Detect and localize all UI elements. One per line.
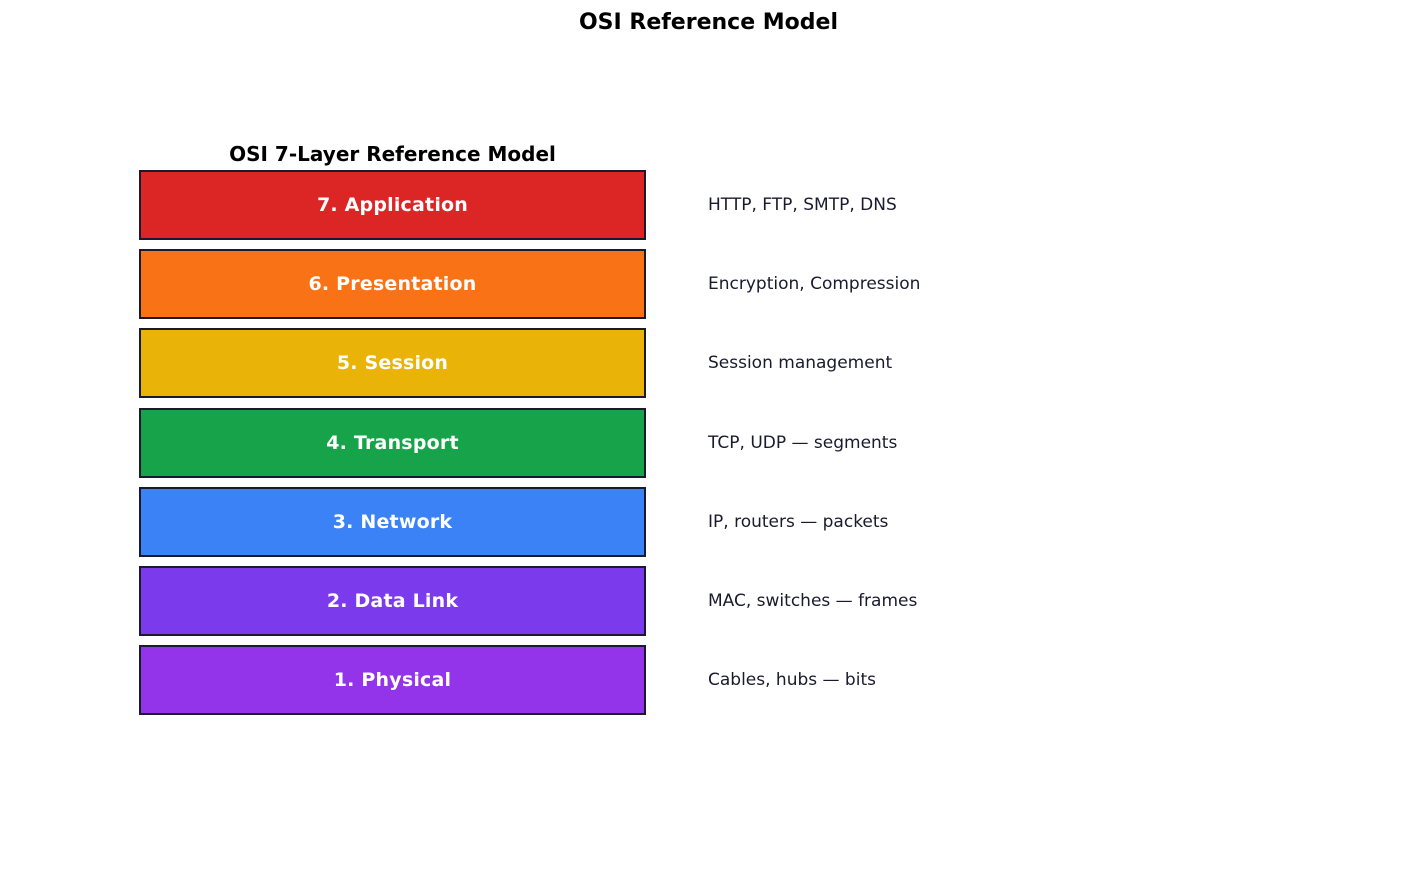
layer-box-presentation: 6. Presentation bbox=[139, 249, 646, 320]
layer-row-presentation: 6. Presentation Encryption, Compression bbox=[139, 249, 1239, 320]
layer-label-transport: 4. Transport bbox=[326, 431, 459, 454]
layer-box-data-link: 2. Data Link bbox=[139, 565, 646, 636]
page-title: OSI Reference Model bbox=[578, 10, 838, 35]
layer-row-session: 5. Session Session management bbox=[139, 328, 1239, 399]
layer-box-network: 3. Network bbox=[139, 486, 646, 557]
osi-layer-stack: 7. Application HTTP, FTP, SMTP, DNS 6. P… bbox=[139, 170, 1239, 724]
layer-label-application: 7. Application bbox=[316, 194, 469, 216]
layer-description-physical: Cables, hubs — bits bbox=[708, 670, 876, 691]
layer-description-network: IP, routers — packets bbox=[708, 511, 889, 532]
layer-row-physical: 1. Physical Cables, hubs — bits bbox=[139, 645, 1239, 716]
layer-label-data-link: 2. Data Link bbox=[326, 589, 459, 612]
layer-box-session: 5. Session bbox=[139, 328, 646, 399]
layer-label-network: 3. Network bbox=[332, 510, 453, 533]
layer-row-application: 7. Application HTTP, FTP, SMTP, DNS bbox=[139, 170, 1239, 240]
layer-description-transport: TCP, UDP — segments bbox=[708, 432, 898, 453]
layer-box-transport: 4. Transport bbox=[139, 407, 646, 478]
layer-row-data-link: 2. Data Link MAC, switches — frames bbox=[139, 565, 1239, 636]
layer-description-data-link: MAC, switches — frames bbox=[708, 590, 918, 611]
layer-description-session: Session management bbox=[708, 353, 893, 374]
layer-box-application: 7. Application bbox=[139, 170, 646, 240]
layer-label-session: 5. Session bbox=[336, 352, 449, 375]
layer-description-application: HTTP, FTP, SMTP, DNS bbox=[708, 195, 897, 215]
layer-row-network: 3. Network IP, routers — packets bbox=[139, 486, 1239, 557]
layer-row-transport: 4. Transport TCP, UDP — segments bbox=[139, 407, 1239, 478]
diagram-title: OSI 7-Layer Reference Model bbox=[229, 142, 556, 166]
layer-box-physical: 1. Physical bbox=[139, 645, 646, 716]
layer-label-physical: 1. Physical bbox=[333, 669, 452, 692]
layer-description-presentation: Encryption, Compression bbox=[708, 274, 921, 295]
layer-label-presentation: 6. Presentation bbox=[308, 273, 477, 296]
